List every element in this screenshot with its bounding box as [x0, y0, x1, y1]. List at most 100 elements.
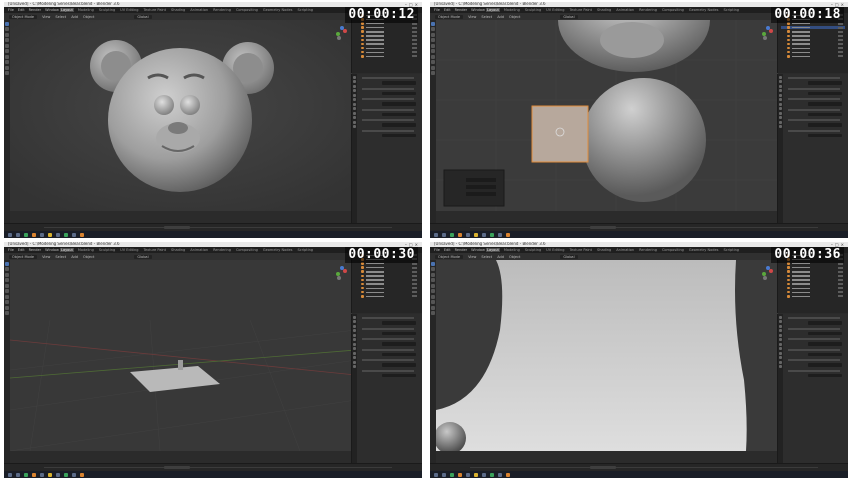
properties-tab-icon[interactable]: [353, 320, 356, 323]
visibility-icon[interactable]: [838, 295, 843, 298]
properties-tab-icon[interactable]: [353, 93, 356, 97]
playback-controls[interactable]: [164, 225, 190, 229]
gizmo-axis-dot[interactable]: [337, 276, 341, 280]
tool-icon[interactable]: [431, 300, 435, 304]
tab-sculpting[interactable]: Sculpting: [524, 8, 542, 12]
taskbar-app-icon[interactable]: [80, 232, 84, 237]
visibility-icon[interactable]: [838, 26, 843, 29]
tab-texture-paint[interactable]: Texture Paint: [142, 8, 167, 12]
outliner-row[interactable]: [355, 26, 419, 30]
tab-modeling[interactable]: Modeling: [503, 8, 521, 12]
properties-tab-icon[interactable]: [353, 89, 356, 92]
taskbar-app-icon[interactable]: [16, 232, 20, 237]
visibility-icon[interactable]: [838, 34, 843, 37]
menu-edit[interactable]: Edit: [18, 8, 25, 12]
properties-tab-icon[interactable]: [779, 111, 782, 115]
3d-viewport[interactable]: [10, 260, 352, 464]
header-select-menu[interactable]: Select: [55, 15, 66, 19]
header-object-menu[interactable]: Object: [83, 255, 94, 259]
outliner-row[interactable]: [781, 46, 845, 50]
tool-icon[interactable]: [431, 283, 435, 288]
tab-geometry-nodes[interactable]: Geometry Nodes: [688, 8, 720, 12]
outliner-row[interactable]: [355, 30, 419, 34]
property-field[interactable]: [808, 91, 842, 95]
taskbar-app-icon[interactable]: [442, 232, 446, 237]
property-field[interactable]: [382, 363, 416, 367]
menu-file[interactable]: File: [8, 8, 14, 12]
taskbar-app-icon[interactable]: [450, 232, 454, 237]
tool-icon[interactable]: [431, 43, 435, 48]
outliner-row[interactable]: [355, 42, 419, 46]
outliner-row[interactable]: [355, 270, 419, 274]
visibility-icon[interactable]: [412, 278, 417, 281]
tab-shading[interactable]: Shading: [596, 248, 612, 252]
tool-icon[interactable]: [431, 267, 435, 271]
outliner-row[interactable]: [355, 46, 419, 50]
tool-icon[interactable]: [5, 261, 9, 266]
header-view-menu[interactable]: View: [42, 255, 50, 259]
tool-icon[interactable]: [5, 305, 9, 310]
tool-icon[interactable]: [5, 49, 9, 53]
taskbar-app-icon[interactable]: [64, 232, 68, 237]
property-field[interactable]: [382, 373, 416, 377]
header-object-menu[interactable]: Object: [83, 15, 94, 19]
properties-tab-icon[interactable]: [779, 98, 782, 101]
tab-uv-editing[interactable]: UV Editing: [119, 8, 139, 12]
tab-compositing[interactable]: Compositing: [661, 8, 685, 12]
tool-icon[interactable]: [431, 311, 435, 315]
tool-icon[interactable]: [431, 65, 435, 70]
tab-sculpting[interactable]: Sculpting: [98, 8, 116, 12]
outliner-row[interactable]: [781, 55, 845, 59]
properties-tab-icon[interactable]: [779, 351, 782, 355]
menu-render[interactable]: Render: [455, 8, 467, 12]
tool-icon[interactable]: [5, 32, 9, 37]
visibility-icon[interactable]: [412, 30, 417, 33]
outliner-row[interactable]: [355, 55, 419, 59]
menu-render[interactable]: Render: [29, 8, 41, 12]
properties-tab-icon[interactable]: [779, 365, 782, 368]
menu-file[interactable]: File: [434, 248, 440, 252]
tab-animation[interactable]: Animation: [189, 248, 209, 252]
taskbar-app-icon[interactable]: [32, 232, 36, 237]
tab-scripting[interactable]: Scripting: [722, 8, 740, 12]
taskbar-app-icon[interactable]: [450, 472, 454, 477]
tab-animation[interactable]: Animation: [615, 8, 635, 12]
menu-window[interactable]: Window: [45, 8, 59, 12]
properties-tab-icon[interactable]: [779, 102, 782, 106]
tool-icon[interactable]: [431, 261, 435, 266]
outliner-row[interactable]: [781, 278, 845, 282]
orientation-dropdown[interactable]: Global: [134, 254, 152, 259]
properties-tab-icon[interactable]: [779, 75, 782, 79]
tab-sculpting[interactable]: Sculpting: [524, 248, 542, 252]
header-select-menu[interactable]: Select: [481, 15, 492, 19]
tab-layout[interactable]: Layout: [486, 248, 500, 252]
tab-layout[interactable]: Layout: [60, 8, 74, 12]
properties-tab-icon[interactable]: [779, 333, 782, 337]
property-field[interactable]: [808, 373, 842, 377]
properties-tab-icon[interactable]: [353, 120, 356, 124]
property-field[interactable]: [382, 81, 416, 85]
property-field[interactable]: [808, 123, 842, 127]
taskbar-app-icon[interactable]: [474, 472, 478, 477]
properties-tab-icon[interactable]: [353, 80, 356, 83]
tab-texture-paint[interactable]: Texture Paint: [568, 248, 593, 252]
header-view-menu[interactable]: View: [42, 15, 50, 19]
tab-animation[interactable]: Animation: [189, 8, 209, 12]
property-field[interactable]: [808, 81, 842, 85]
orientation-dropdown[interactable]: Global: [134, 14, 152, 19]
taskbar-app-icon[interactable]: [56, 232, 60, 237]
taskbar-app-icon[interactable]: [442, 472, 446, 477]
tab-modeling[interactable]: Modeling: [77, 248, 95, 252]
properties-tab-icon[interactable]: [353, 365, 356, 368]
tool-icon[interactable]: [5, 278, 9, 282]
properties-tab-icon[interactable]: [353, 329, 356, 332]
header-select-menu[interactable]: Select: [55, 255, 66, 259]
taskbar-app-icon[interactable]: [434, 232, 438, 237]
properties-tab-icon[interactable]: [779, 329, 782, 332]
outliner-row[interactable]: [781, 270, 845, 274]
visibility-icon[interactable]: [838, 55, 843, 58]
property-field[interactable]: [808, 363, 842, 367]
property-field[interactable]: [808, 342, 842, 346]
timeline-ruler[interactable]: [470, 467, 818, 468]
tool-icon[interactable]: [5, 267, 9, 271]
